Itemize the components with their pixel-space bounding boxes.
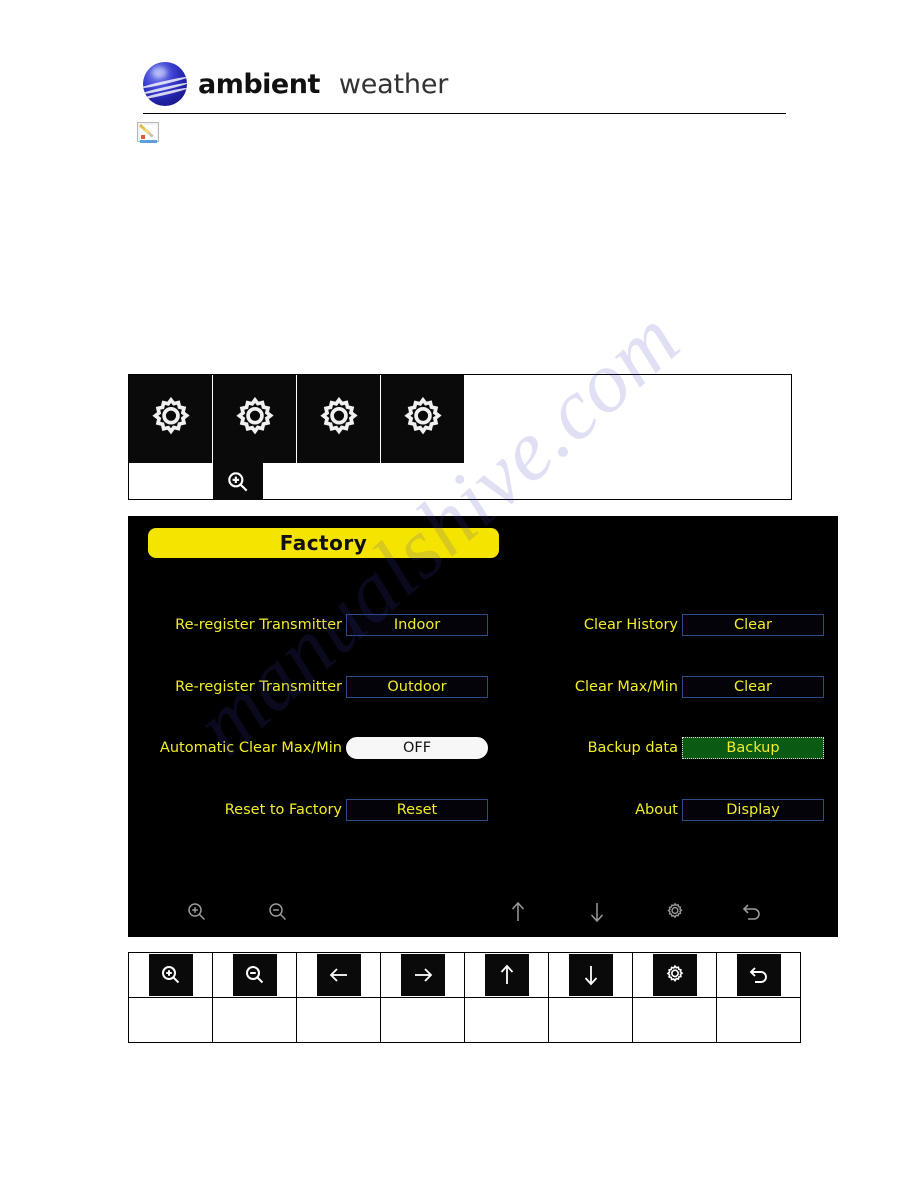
ambient-weather-sphere-logo-icon [143, 62, 187, 106]
settings-row: Automatic Clear Max/Min OFF [142, 737, 488, 759]
settings-row: About Display [558, 799, 824, 821]
page-title: Factory [279, 531, 368, 555]
note-edit-placeholder-icon [137, 122, 159, 143]
backup-data-button[interactable]: Backup [682, 737, 824, 759]
row-label: Clear Max/Min [574, 679, 678, 695]
legend-cell-gear [632, 952, 717, 998]
settings-row: Reset to Factory Reset [142, 799, 488, 821]
row-label: Re-register Transmitter [175, 617, 342, 633]
re-register-outdoor-button[interactable]: Outdoor [346, 676, 488, 698]
legend-caption-cell [632, 997, 717, 1043]
gear-icon[interactable] [662, 899, 688, 925]
brand-name-light: weather [338, 68, 449, 100]
gear-icon [297, 375, 380, 463]
gear-icon [381, 375, 464, 463]
gear-icon-strip-box [128, 374, 792, 500]
gear-icon [213, 375, 296, 463]
gear-icon [652, 954, 697, 996]
legend-caption-cell [464, 997, 549, 1043]
row-label: Clear History [583, 617, 678, 633]
legend-caption-cell [212, 997, 297, 1043]
legend-caption-cell [548, 997, 633, 1043]
legend-caption-cell [128, 997, 213, 1043]
legend-cell-arrow-left [296, 952, 381, 998]
legend-cell-back [716, 952, 801, 998]
row-label: Reset to Factory [224, 802, 342, 818]
clear-history-button[interactable]: Clear [682, 614, 824, 636]
legend-cell-arrow-up [464, 952, 549, 998]
header-divider [143, 113, 786, 114]
table-row [128, 997, 801, 1043]
zoom-out-icon[interactable] [265, 899, 291, 925]
brand-logo: ambient weather [143, 62, 448, 106]
zoom-out-icon [232, 954, 277, 996]
back-icon[interactable] [739, 899, 765, 925]
about-display-button[interactable]: Display [682, 799, 824, 821]
screen-title-bar: Factory [148, 528, 499, 558]
legend-caption-cell [716, 997, 801, 1043]
zoom-in-icon [148, 954, 193, 996]
gear-icon [129, 375, 212, 463]
legend-caption-cell [296, 997, 381, 1043]
row-label: Re-register Transmitter [175, 679, 342, 695]
settings-row: Clear Max/Min Clear [558, 676, 824, 698]
device-screen: Factory Re-register Transmitter Indoor R… [128, 516, 838, 937]
brand-name-bold: ambient [198, 68, 320, 100]
gear-icon-row [129, 375, 465, 463]
row-label: Backup data [587, 740, 678, 756]
icon-legend-table [128, 952, 801, 1043]
arrow-right-icon [400, 954, 445, 996]
legend-caption-cell [380, 997, 465, 1043]
settings-row: Re-register Transmitter Indoor [142, 614, 488, 636]
automatic-clear-maxmin-toggle[interactable]: OFF [346, 737, 488, 759]
legend-cell-zoom-in [128, 952, 213, 998]
settings-row: Re-register Transmitter Outdoor [142, 676, 488, 698]
device-bottom-toolbar [128, 887, 838, 937]
arrow-left-icon [316, 954, 361, 996]
zoom-in-icon [213, 463, 263, 500]
legend-cell-arrow-down [548, 952, 633, 998]
arrow-up-icon [484, 954, 529, 996]
row-label: About [635, 802, 678, 818]
row-label: Automatic Clear Max/Min [159, 740, 342, 756]
table-row [128, 952, 801, 998]
settings-row: Backup data Backup [558, 737, 824, 759]
clear-maxmin-button[interactable]: Clear [682, 676, 824, 698]
reset-to-factory-button[interactable]: Reset [346, 799, 488, 821]
back-icon [736, 954, 781, 996]
arrow-down-icon[interactable] [584, 899, 610, 925]
settings-row: Clear History Clear [558, 614, 824, 636]
legend-cell-arrow-right [380, 952, 465, 998]
re-register-indoor-button[interactable]: Indoor [346, 614, 488, 636]
arrow-down-icon [568, 954, 613, 996]
zoom-in-icon[interactable] [184, 899, 210, 925]
legend-cell-zoom-out [212, 952, 297, 998]
arrow-up-icon[interactable] [505, 899, 531, 925]
